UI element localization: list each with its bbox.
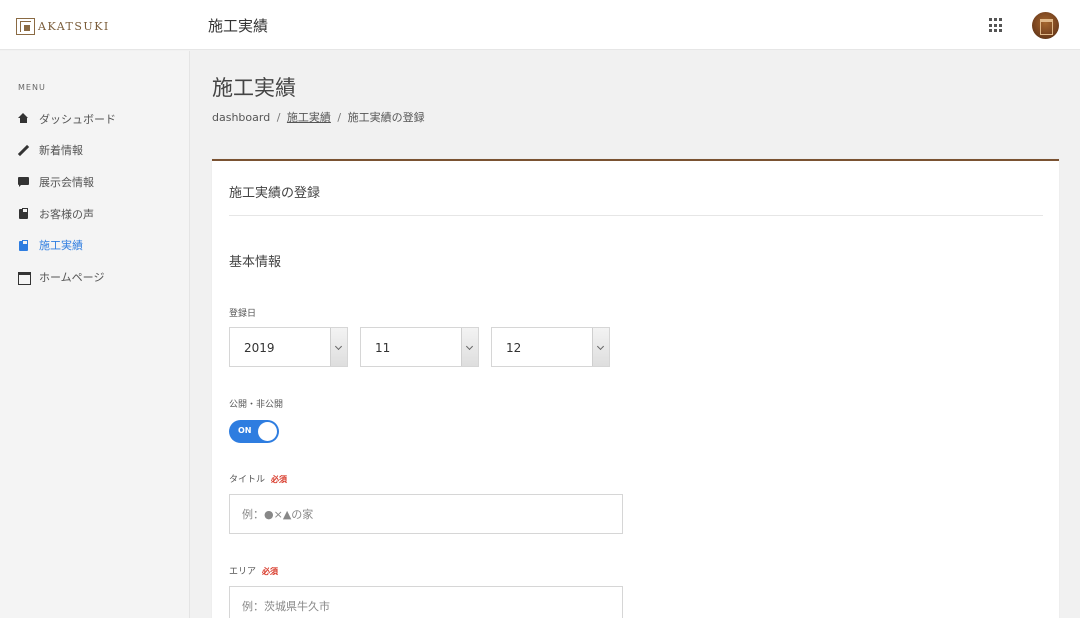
logo-text: AKATSUKI <box>38 19 110 33</box>
card-title: 施工実績の登録 <box>229 186 321 201</box>
area-field-label: エリア 必須 <box>229 564 278 577</box>
month-select[interactable]: 11 <box>360 327 479 367</box>
area-input[interactable] <box>229 586 623 618</box>
visibility-toggle[interactable]: ON <box>229 420 279 443</box>
date-label: 登録日 <box>229 309 257 319</box>
card-divider <box>229 215 1043 216</box>
sidebar-item-exhibitions[interactable]: 展示会情報 <box>0 166 190 198</box>
title-field-label: タイトル 必須 <box>229 472 287 485</box>
top-bar: AKATSUKI 施工実績 <box>0 0 1080 50</box>
section-title: 基本情報 <box>229 255 282 270</box>
chevron-down-icon <box>461 328 478 366</box>
avatar[interactable] <box>1032 12 1059 39</box>
year-select[interactable]: 2019 <box>229 327 348 367</box>
breadcrumb-separator: / <box>276 111 281 124</box>
day-select[interactable]: 12 <box>491 327 610 367</box>
logo-mark-icon <box>16 17 35 35</box>
area-label-text: エリア <box>229 567 257 577</box>
breadcrumb-current: 施工実績の登録 <box>347 111 425 124</box>
sidebar-nav: ダッシュボード 新着情報 展示会情報 お客様の声 施工実績 ホームページ <box>0 103 190 293</box>
toggle-knob <box>258 422 277 441</box>
toggle-state-label: ON <box>238 426 252 435</box>
sidebar-item-homepage[interactable]: ホームページ <box>0 261 190 293</box>
breadcrumb-separator: / <box>337 111 342 124</box>
year-select-value: 2019 <box>244 341 275 355</box>
header-title: 施工実績 <box>208 17 269 35</box>
sidebar-item-works[interactable]: 施工実績 <box>0 229 190 261</box>
sidebar: MENU ダッシュボード 新着情報 展示会情報 お客様の声 施工実績 ホームペー… <box>0 51 190 618</box>
breadcrumb-section[interactable]: 施工実績 <box>287 111 331 124</box>
logo[interactable]: AKATSUKI <box>16 16 110 36</box>
registration-card: 施工実績の登録 基本情報 登録日 2019 11 12 公開・非公開 ON タイ… <box>212 159 1059 618</box>
title-input[interactable] <box>229 494 623 534</box>
sidebar-item-label: ダッシュボード <box>39 112 116 126</box>
title-label-text: タイトル <box>229 475 266 485</box>
breadcrumb-home[interactable]: dashboard <box>212 111 270 124</box>
clipboard-icon <box>18 208 29 220</box>
page-title: 施工実績 <box>212 76 296 100</box>
sidebar-item-label: 展示会情報 <box>39 175 94 189</box>
chevron-down-icon <box>592 328 609 366</box>
pencil-icon <box>18 145 29 156</box>
chevron-down-icon <box>330 328 347 366</box>
window-icon <box>18 271 31 286</box>
required-badge: 必須 <box>262 567 279 576</box>
day-select-value: 12 <box>506 341 522 355</box>
sidebar-item-testimonials[interactable]: お客様の声 <box>0 198 190 230</box>
chat-icon <box>18 176 29 188</box>
menu-heading: MENU <box>18 83 46 92</box>
home-icon <box>18 113 29 124</box>
sidebar-item-dashboard[interactable]: ダッシュボード <box>0 103 190 135</box>
breadcrumb: dashboard / 施工実績 / 施工実績の登録 <box>212 109 425 125</box>
required-badge: 必須 <box>271 475 288 484</box>
sidebar-item-label: ホームページ <box>39 270 105 284</box>
month-select-value: 11 <box>375 341 391 355</box>
apps-grid-icon[interactable] <box>989 18 1004 33</box>
sidebar-item-label: お客様の声 <box>39 207 94 221</box>
visibility-label: 公開・非公開 <box>229 400 284 410</box>
sidebar-item-news[interactable]: 新着情報 <box>0 135 190 167</box>
clipboard-icon <box>18 239 29 251</box>
sidebar-item-label: 新着情報 <box>39 144 83 158</box>
sidebar-item-label: 施工実績 <box>39 239 83 253</box>
